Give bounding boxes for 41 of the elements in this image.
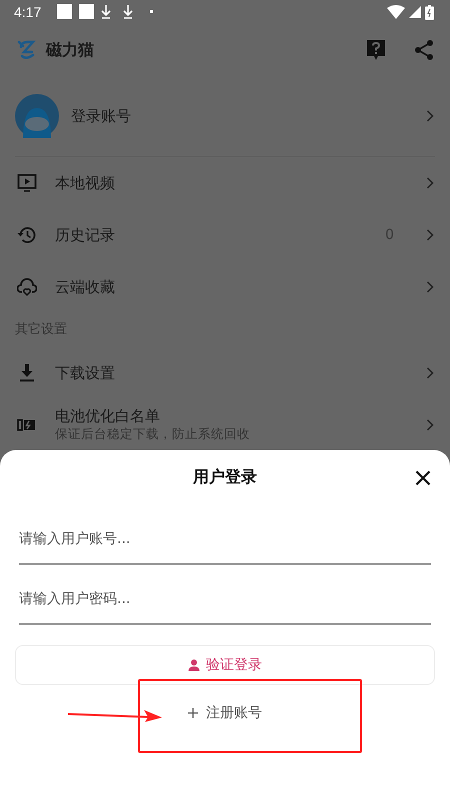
battery-icon — [425, 4, 434, 20]
cloud-heart-icon — [17, 277, 37, 297]
chevron-right-icon — [426, 229, 434, 241]
menu-label: 本地视频 — [55, 174, 115, 192]
download-icon — [17, 363, 37, 383]
chevron-right-icon — [426, 281, 434, 293]
app-title: 磁力猫 — [46, 40, 94, 60]
menu-label: 历史记录 — [55, 226, 115, 244]
input-field[interactable]: 请输入用户密码... — [19, 575, 431, 625]
register-button[interactable]: 注册账号 — [182, 699, 268, 727]
download-icon — [123, 4, 134, 19]
login-account-row[interactable]: 登录账号 — [0, 76, 450, 156]
help-icon[interactable] — [366, 39, 386, 61]
chevron-right-icon — [426, 177, 434, 189]
chevron-right-icon — [426, 419, 434, 431]
settings-item[interactable]: 下载设置 — [0, 347, 450, 399]
chevron-right-icon — [426, 110, 434, 122]
status-time: 4:17 — [14, 4, 42, 20]
menu-item[interactable]: 本地视频 — [0, 157, 450, 209]
signal-icon — [409, 6, 421, 18]
notification-icon — [79, 4, 94, 19]
login-button[interactable]: 验证登录 — [15, 645, 435, 685]
download-icon — [101, 4, 112, 19]
row-label: 登录账号 — [71, 106, 131, 126]
settings-label: 电池优化白名单 — [55, 407, 161, 426]
plus-icon — [188, 708, 198, 718]
logo-icon — [16, 39, 38, 61]
chevron-right-icon — [426, 367, 434, 379]
settings-label: 下载设置 — [55, 364, 115, 382]
wifi-icon — [387, 5, 405, 19]
menu-label: 云端收藏 — [55, 278, 115, 296]
sheet-title: 用户登录 — [193, 467, 257, 488]
notification-icon — [57, 4, 72, 19]
avatar-icon — [15, 94, 59, 138]
close-icon[interactable] — [415, 470, 431, 486]
menu-item[interactable]: 云端收藏 — [0, 261, 450, 313]
input-field[interactable]: 请输入用户账号... — [19, 515, 431, 565]
share-icon[interactable] — [414, 39, 434, 61]
history-icon — [17, 225, 37, 245]
video-icon — [17, 173, 37, 193]
person-icon — [188, 659, 200, 671]
